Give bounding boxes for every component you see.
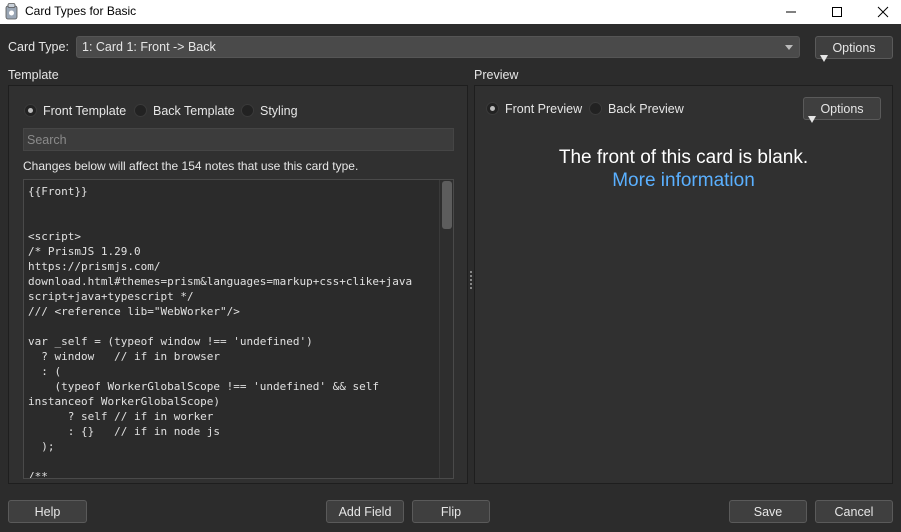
maximize-button[interactable] (814, 0, 860, 24)
front-preview-radio[interactable] (486, 102, 499, 115)
window-title: Card Types for Basic (25, 4, 137, 18)
options-label: Options (832, 41, 876, 55)
front-template-radio[interactable] (24, 104, 37, 117)
cancel-label: Cancel (834, 505, 874, 519)
add-field-button[interactable]: Add Field (326, 500, 404, 523)
template-code-editor[interactable]: {{Front}} <script> /* PrismJS 1.29.0 htt… (23, 179, 454, 479)
chevron-down-icon (785, 45, 793, 50)
template-section-label: Template (8, 68, 59, 82)
save-button[interactable]: Save (729, 500, 807, 523)
template-code: {{Front}} <script> /* PrismJS 1.29.0 htt… (28, 185, 413, 479)
card-type-select[interactable]: 1: Card 1: Front -> Back (76, 36, 800, 58)
flip-button[interactable]: Flip (412, 500, 490, 523)
back-template-radio[interactable] (134, 104, 147, 117)
add-field-label: Add Field (338, 505, 392, 519)
dropdown-triangle-icon (808, 116, 816, 123)
preview-blank-message: The front of this card is blank. (558, 147, 809, 168)
preview-options-label: Options (820, 102, 864, 116)
card-type-value: 1: Card 1: Front -> Back (82, 40, 216, 54)
styling-label[interactable]: Styling (260, 104, 298, 118)
preview-options-button[interactable]: Options (803, 97, 881, 123)
minimize-icon (786, 11, 796, 13)
minimize-button[interactable] (768, 0, 814, 24)
notes-notice: Changes below will affect the 154 notes … (23, 159, 359, 173)
more-information-link[interactable]: More information (474, 170, 893, 192)
anki-app-icon (5, 3, 18, 20)
maximize-icon (832, 7, 842, 17)
close-button[interactable] (860, 0, 901, 24)
front-preview-label[interactable]: Front Preview (505, 102, 582, 116)
help-button[interactable]: Help (8, 500, 87, 523)
flip-label: Flip (440, 505, 462, 519)
front-template-label[interactable]: Front Template (43, 104, 126, 118)
card-type-label: Card Type: (8, 40, 69, 54)
back-preview-label[interactable]: Back Preview (608, 102, 684, 116)
back-preview-radio[interactable] (589, 102, 602, 115)
editor-scrollbar[interactable] (439, 180, 453, 478)
search-input[interactable]: Search (23, 128, 454, 151)
preview-section-label: Preview (474, 68, 519, 82)
dropdown-triangle-icon (820, 55, 828, 62)
card-type-options-button[interactable]: Options (815, 36, 893, 62)
help-label: Help (34, 505, 61, 519)
back-template-label[interactable]: Back Template (153, 104, 235, 118)
close-icon (877, 6, 889, 18)
save-label: Save (753, 505, 783, 519)
cancel-button[interactable]: Cancel (815, 500, 893, 523)
preview-panel (474, 85, 893, 484)
editor-scrollbar-thumb[interactable] (442, 181, 452, 229)
title-bar: Card Types for Basic (0, 0, 901, 24)
styling-radio[interactable] (241, 104, 254, 117)
panel-splitter-handle[interactable] (470, 271, 473, 291)
